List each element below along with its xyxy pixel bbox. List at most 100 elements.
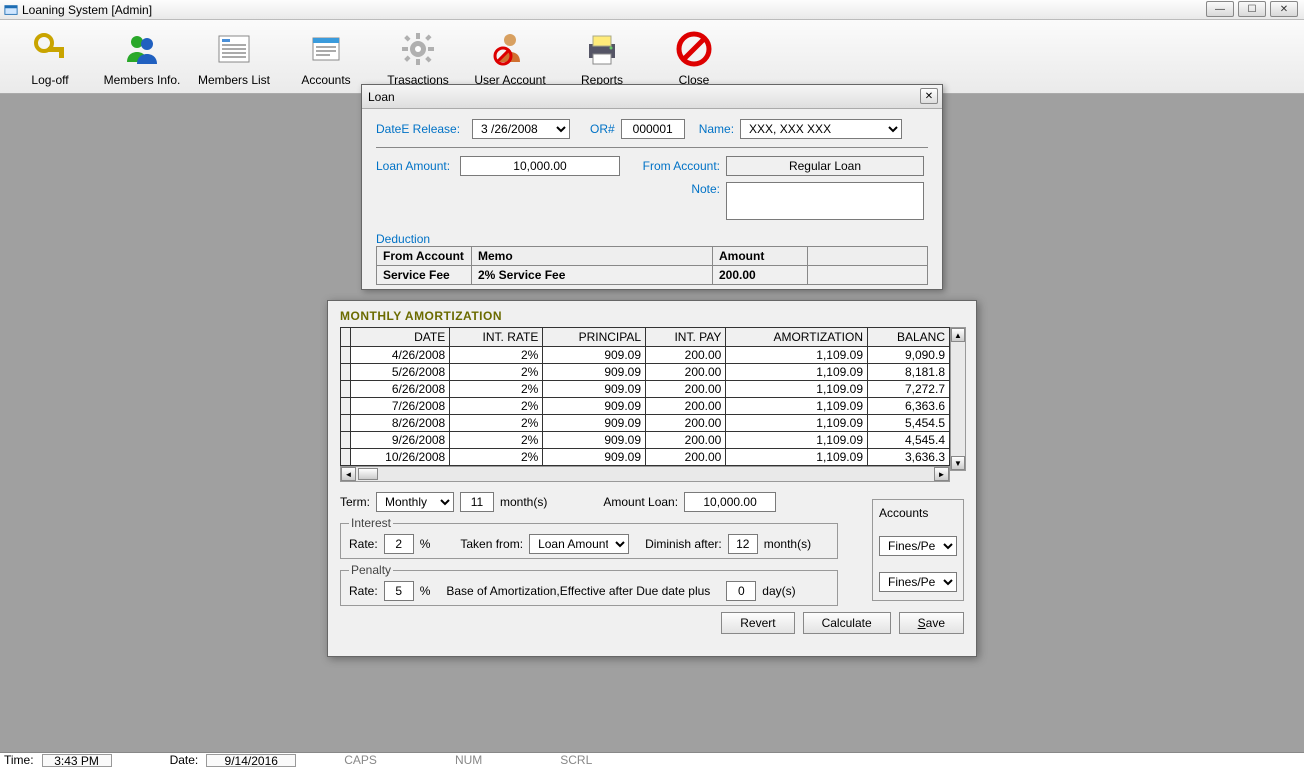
scroll-right-icon[interactable]: ►: [934, 467, 949, 481]
revert-button[interactable]: Revert: [721, 612, 794, 634]
amount-loan-field[interactable]: [684, 492, 776, 512]
loan-titlebar[interactable]: Loan ✕: [362, 85, 942, 109]
deduction-label: Deduction: [376, 232, 928, 246]
grid-row[interactable]: 5/26/20082%909.09200.001,109.098,181.8: [341, 364, 950, 381]
penalty-days-unit: day(s): [762, 584, 795, 598]
term-unit: month(s): [500, 495, 547, 509]
main-toolbar: Log-off Members Info. Members List Accou…: [0, 20, 1304, 94]
app-titlebar: Loaning System [Admin] — ☐ ✕: [0, 0, 1304, 20]
term-mode-field[interactable]: Monthly: [376, 492, 454, 512]
penalty-base-text: Base of Amortization,Effective after Due…: [446, 584, 710, 598]
loan-close-button[interactable]: ✕: [920, 88, 938, 104]
accounts-group: Accounts Fines/Penalt Fines/Penalt: [872, 499, 964, 601]
taken-from-field[interactable]: Loan Amount: [529, 534, 629, 554]
scroll-left-icon[interactable]: ◄: [341, 467, 356, 481]
printer-icon: [582, 29, 622, 69]
loan-amount-field[interactable]: [460, 156, 620, 176]
toolbar-members-info-label: Members Info.: [104, 73, 181, 87]
grid-col[interactable]: BALANC: [868, 328, 950, 347]
name-field[interactable]: XXX, XXX XXX: [740, 119, 902, 139]
grid-col[interactable]: AMORTIZATION: [726, 328, 868, 347]
toolbar-members-list-label: Members List: [198, 73, 270, 87]
penalty-rate-label: Rate:: [349, 584, 378, 598]
grid-row[interactable]: 10/26/20082%909.09200.001,109.093,636.3: [341, 449, 950, 466]
note-label: Note:: [634, 182, 720, 196]
interest-group: Interest Rate: % Taken from: Loan Amount…: [340, 516, 838, 559]
toolbar-accounts[interactable]: Accounts: [280, 29, 372, 89]
accounts-select-2[interactable]: Fines/Penalt: [879, 572, 957, 592]
loan-window: Loan ✕ DateE Release: 3 /26/2008 OR# Nam…: [361, 84, 943, 290]
toolbar-close[interactable]: Close: [648, 29, 740, 89]
term-label: Term:: [340, 495, 370, 509]
amortization-window: MONTHLY AMORTIZATION DATEINT. RATEPRINCI…: [327, 300, 977, 657]
date-release-field[interactable]: 3 /26/2008: [472, 119, 570, 139]
status-caps: CAPS: [344, 753, 377, 767]
name-label: Name:: [699, 122, 734, 136]
loan-title-text: Loan: [368, 90, 395, 104]
toolbar-transactions[interactable]: Trasactions: [372, 29, 464, 89]
penalty-pct: %: [420, 584, 431, 598]
accounts-select-1[interactable]: Fines/Penalt: [879, 536, 957, 556]
interest-legend: Interest: [349, 516, 393, 530]
grid-col[interactable]: PRINCIPAL: [543, 328, 646, 347]
status-time-value: 3:43 PM: [42, 754, 112, 767]
scroll-thumb[interactable]: [358, 468, 378, 480]
grid-col[interactable]: INT. PAY: [646, 328, 726, 347]
diminish-label: Diminish after:: [645, 537, 722, 551]
grid-hscroll[interactable]: ◄ ►: [340, 466, 950, 482]
deduction-col-from: From Account: [377, 247, 472, 266]
status-date-value: 9/14/2016: [206, 754, 296, 767]
penalty-rate-field[interactable]: [384, 581, 414, 601]
loan-amount-label: Loan Amount:: [376, 159, 454, 173]
status-num: NUM: [455, 753, 482, 767]
save-button[interactable]: Save: [899, 612, 964, 634]
date-release-label: DateE Release:: [376, 122, 466, 136]
deduction-table: From Account Memo Amount Service Fee 2% …: [376, 246, 928, 285]
window-maximize-button[interactable]: ☐: [1238, 1, 1266, 17]
from-account-label: From Account:: [634, 159, 720, 173]
status-bar: Time: 3:43 PM Date: 9/14/2016 CAPS NUM S…: [0, 752, 1304, 767]
grid-row[interactable]: 4/26/20082%909.09200.001,109.099,090.9: [341, 347, 950, 364]
key-icon: [30, 29, 70, 69]
term-months-field[interactable]: [460, 492, 494, 512]
toolbar-logoff[interactable]: Log-off: [4, 29, 96, 89]
grid-col[interactable]: INT. RATE: [450, 328, 543, 347]
window-close-button[interactable]: ✕: [1270, 1, 1298, 17]
accounts-icon: [306, 29, 346, 69]
user-blocked-icon: [490, 29, 530, 69]
note-field[interactable]: [726, 182, 924, 220]
amortization-grid[interactable]: DATEINT. RATEPRINCIPALINT. PAYAMORTIZATI…: [340, 327, 950, 466]
deduction-col-amount: Amount: [713, 247, 808, 266]
scroll-down-icon[interactable]: ▼: [951, 456, 965, 470]
grid-row[interactable]: 7/26/20082%909.09200.001,109.096,363.6: [341, 398, 950, 415]
or-field[interactable]: [621, 119, 685, 139]
interest-rate-label: Rate:: [349, 537, 378, 551]
calculate-button[interactable]: Calculate: [803, 612, 891, 634]
window-minimize-button[interactable]: —: [1206, 1, 1234, 17]
toolbar-logoff-label: Log-off: [31, 73, 68, 87]
deduction-row: Service Fee 2% Service Fee 200.00: [377, 266, 928, 285]
diminish-field[interactable]: [728, 534, 758, 554]
taken-from-label: Taken from:: [460, 537, 523, 551]
accounts-legend: Accounts: [879, 506, 957, 520]
interest-pct: %: [420, 537, 431, 551]
scroll-up-icon[interactable]: ▲: [951, 328, 965, 342]
status-scrl: SCRL: [560, 753, 592, 767]
amount-loan-label: Amount Loan:: [603, 495, 678, 509]
from-account-field: [726, 156, 924, 176]
grid-vscroll[interactable]: ▲ ▼: [950, 327, 966, 471]
grid-col[interactable]: DATE: [351, 328, 450, 347]
grid-row[interactable]: 8/26/20082%909.09200.001,109.095,454.5: [341, 415, 950, 432]
no-entry-icon: [674, 29, 714, 69]
penalty-legend: Penalty: [349, 563, 393, 577]
toolbar-members-info[interactable]: Members Info.: [96, 29, 188, 89]
toolbar-user-account[interactable]: User Account: [464, 29, 556, 89]
penalty-days-field[interactable]: [726, 581, 756, 601]
grid-row[interactable]: 9/26/20082%909.09200.001,109.094,545.4: [341, 432, 950, 449]
grid-row[interactable]: 6/26/20082%909.09200.001,109.097,272.7: [341, 381, 950, 398]
toolbar-members-list[interactable]: Members List: [188, 29, 280, 89]
toolbar-reports[interactable]: Reports: [556, 29, 648, 89]
gear-icon: [398, 29, 438, 69]
toolbar-accounts-label: Accounts: [301, 73, 350, 87]
interest-rate-field[interactable]: [384, 534, 414, 554]
